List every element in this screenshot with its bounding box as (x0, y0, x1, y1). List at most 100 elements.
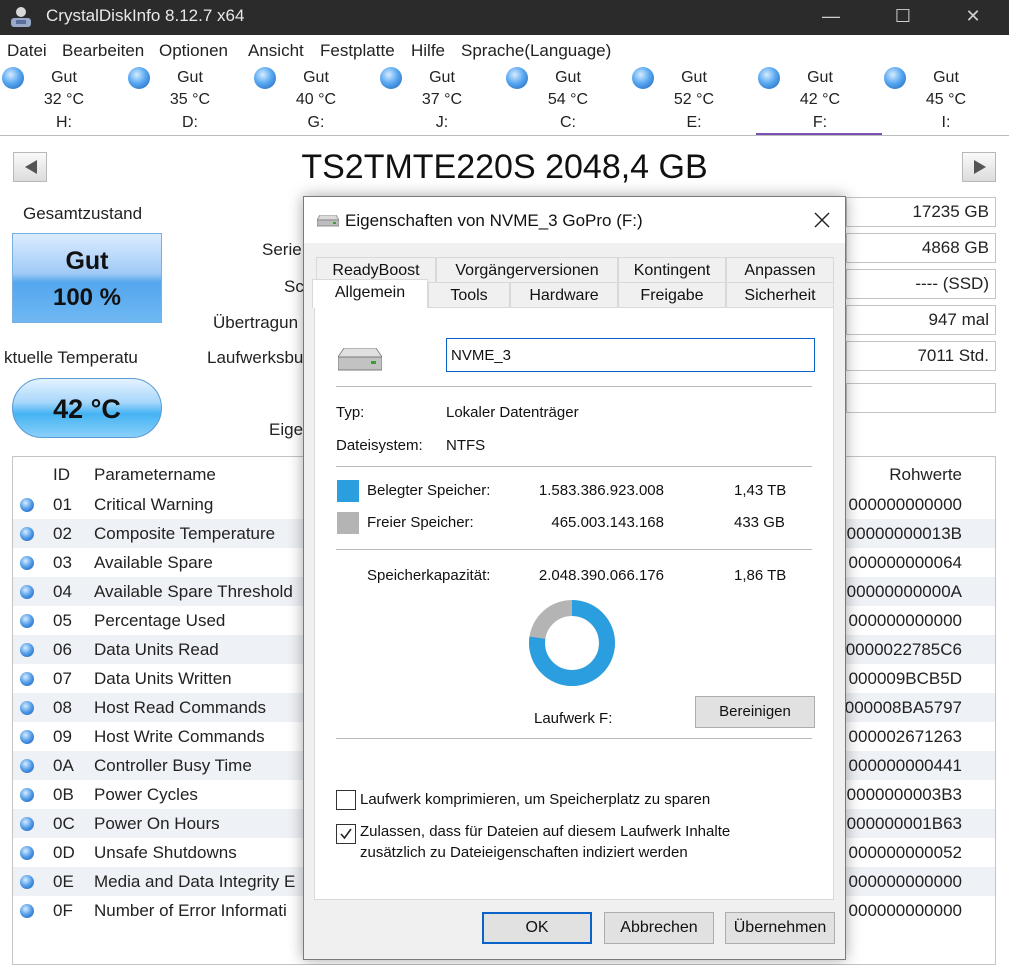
drive-e[interactable]: Gut 52 °C E: (630, 63, 756, 135)
status-orb-icon (884, 67, 906, 89)
capacity-label: Speicherkapazität: (367, 567, 491, 584)
free-space-swatch (337, 512, 359, 534)
app-icon (11, 7, 31, 27)
row-name: Percentage Used (94, 611, 226, 630)
drive-temp: 45 °C (925, 91, 967, 108)
cancel-button[interactable]: Abbrechen (604, 912, 714, 944)
menu-bearbeiten[interactable]: Bearbeiten (62, 41, 144, 61)
volume-name-input[interactable] (446, 338, 815, 372)
divider (336, 466, 812, 467)
temperature-box: 42 °C (12, 378, 162, 438)
status-orb-icon (380, 67, 402, 89)
column-header-name[interactable]: Parametername (94, 465, 216, 485)
menu-sprache[interactable]: Sprache(Language) (461, 41, 611, 61)
menu-festplatte[interactable]: Festplatte (320, 41, 395, 61)
type-value: Lokaler Datenträger (446, 404, 579, 421)
drive-d[interactable]: Gut 35 °C D: (126, 63, 252, 135)
status-orb-icon (758, 67, 780, 89)
info-label-transfer: Übertragun (213, 313, 299, 332)
row-id: 03 (53, 553, 72, 572)
menu-optionen[interactable]: Optionen (159, 41, 228, 61)
tab-vorgaengerversionen[interactable]: Vorgängerversionen (436, 257, 618, 283)
menu-datei[interactable]: Datei (7, 41, 47, 61)
drive-status: Gut (681, 69, 707, 86)
drive-status: Gut (177, 69, 203, 86)
cleanup-button[interactable]: Bereinigen (695, 696, 815, 728)
row-id: 05 (53, 611, 72, 630)
status-dot-icon (20, 585, 34, 599)
row-id: 07 (53, 669, 72, 688)
drive-h[interactable]: Gut 32 °C H: (0, 63, 126, 135)
temperature-label: ktuelle Temperatu (4, 348, 138, 367)
tab-anpassen[interactable]: Anpassen (726, 257, 834, 283)
divider (336, 738, 812, 739)
drive-letter: J: (435, 114, 449, 131)
close-button[interactable]: ✕ (950, 0, 996, 35)
row-id: 0E (53, 872, 74, 891)
drive-letter: D: (182, 114, 198, 131)
status-dot-icon (20, 701, 34, 715)
tab-freigabe[interactable]: Freigabe (618, 282, 726, 308)
info-label-features: Eige (269, 420, 304, 439)
drive-status: Gut (555, 69, 581, 86)
row-raw: 00000000000A (846, 582, 962, 601)
health-status-text: Gut (65, 247, 109, 275)
tab-sicherheit[interactable]: Sicherheit (726, 282, 834, 308)
row-name: Critical Warning (94, 495, 214, 514)
health-percent: 100 % (52, 284, 122, 311)
index-label-line2: zusätzlich zu Dateieigenschaften indizie… (360, 844, 688, 861)
minimize-button[interactable]: — (808, 0, 854, 35)
drive-bar: Gut 32 °C H: Gut 35 °C D: Gut 40 °C G: G… (0, 63, 1009, 136)
close-icon[interactable] (811, 209, 833, 231)
status-dot-icon (20, 672, 34, 686)
title-bar: CrystalDiskInfo 8.12.7 x64 — ☐ ✕ (0, 0, 1009, 35)
row-name: Controller Busy Time (94, 756, 252, 775)
row-name: Available Spare (94, 553, 213, 572)
row-raw: 000000000000 (848, 611, 962, 630)
drive-g[interactable]: Gut 40 °C G: (252, 63, 378, 135)
drive-f[interactable]: Gut 42 °C F: (756, 63, 882, 135)
drive-i[interactable]: Gut 45 °C I: (882, 63, 1008, 135)
status-dot-icon (20, 759, 34, 773)
compress-checkbox[interactable] (336, 790, 356, 810)
column-header-raw[interactable]: Rohwerte (889, 465, 962, 485)
dialog-title-bar: Eigenschaften von NVME_3 GoPro (F:) (304, 197, 845, 243)
row-name: Composite Temperature (94, 524, 276, 543)
drive-j[interactable]: Gut 37 °C J: (378, 63, 504, 135)
window-title: CrystalDiskInfo 8.12.7 x64 (46, 6, 245, 25)
row-raw: 0000022785C6 (845, 640, 962, 659)
apply-button[interactable]: Übernehmen (725, 912, 835, 944)
ok-button[interactable]: OK (482, 912, 592, 944)
index-checkbox[interactable] (336, 824, 356, 844)
row-name: Host Write Commands (94, 727, 265, 746)
tab-hardware[interactable]: Hardware (510, 282, 618, 308)
row-name: Available Spare Threshold (94, 582, 293, 601)
tab-kontingent[interactable]: Kontingent (618, 257, 726, 283)
status-dot-icon (20, 730, 34, 744)
capacity-bytes: 2.048.390.066.176 (538, 567, 664, 584)
row-id: 02 (53, 524, 72, 543)
row-raw: 000000000052 (848, 843, 962, 862)
menu-ansicht[interactable]: Ansicht (248, 41, 304, 61)
tab-allgemein[interactable]: Allgemein (312, 279, 428, 308)
row-raw: 000000001B63 (846, 814, 962, 833)
power-on-hours: 7011 Std. (846, 341, 996, 371)
general-tab-panel: Typ: Lokaler Datenträger Dateisystem: NT… (314, 307, 834, 900)
maximize-button[interactable]: ☐ (880, 0, 926, 35)
row-name: Number of Error Informati (94, 901, 287, 920)
row-id: 0D (53, 843, 75, 862)
health-status-box: Gut 100 % (12, 233, 162, 323)
row-raw: 00000000013B (846, 524, 962, 543)
status-dot-icon (20, 817, 34, 831)
drive-status: Gut (429, 69, 455, 86)
row-raw: 000000000441 (848, 756, 962, 775)
drive-temp: 40 °C (295, 91, 337, 108)
features-field (846, 383, 996, 413)
column-header-id[interactable]: ID (53, 465, 70, 485)
total-host-reads: 17235 GB (846, 197, 996, 227)
row-name: Data Units Read (94, 640, 219, 659)
drive-c[interactable]: Gut 54 °C C: (504, 63, 630, 135)
tab-tools[interactable]: Tools (428, 282, 510, 308)
usage-donut-chart (529, 600, 615, 686)
menu-hilfe[interactable]: Hilfe (411, 41, 445, 61)
